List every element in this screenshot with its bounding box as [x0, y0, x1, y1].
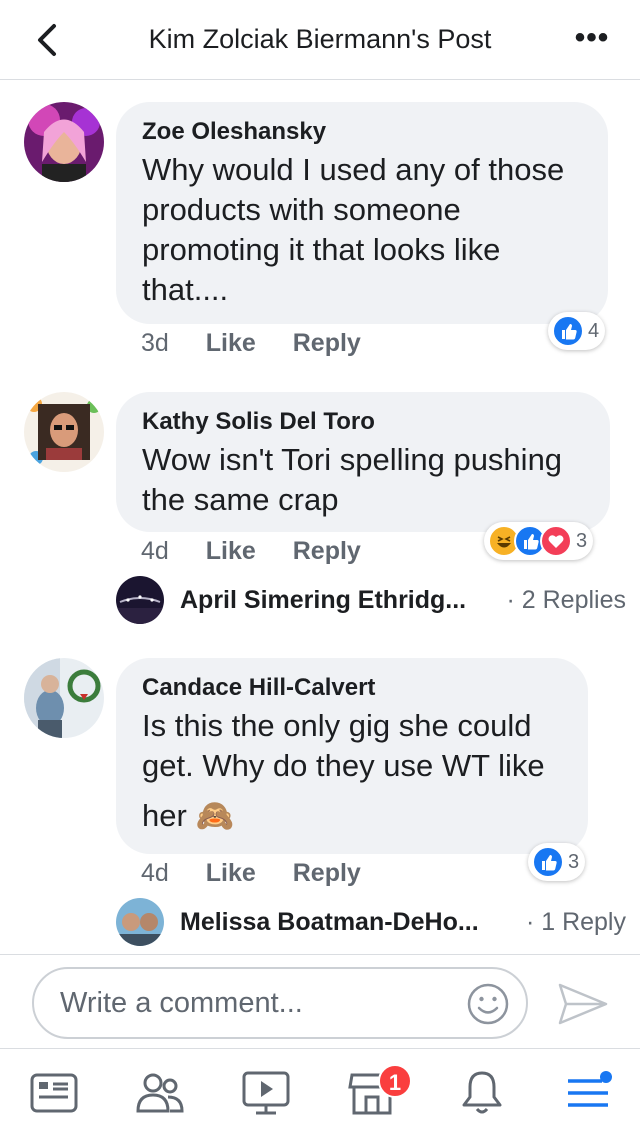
love-reaction-icon — [540, 525, 572, 557]
comment-text: Is this the only gig she could get. Why … — [142, 708, 545, 783]
reply-button[interactable]: Reply — [293, 329, 361, 357]
notifications-icon[interactable] — [456, 1067, 508, 1119]
reaction-summary[interactable]: 3 — [484, 522, 594, 560]
more-options-button[interactable]: ••• — [572, 23, 612, 56]
comment-text-line: her 🙈 — [142, 796, 562, 836]
reply-author[interactable]: Melissa Boatman-DeHo... — [180, 908, 479, 937]
reply-button[interactable]: Reply — [293, 859, 361, 887]
news-feed-icon[interactable] — [28, 1067, 80, 1119]
marketplace-notification-badge: 1 — [378, 1064, 412, 1098]
comment-actions: 3d Like Reply — [141, 329, 391, 358]
like-reaction-icon — [532, 846, 564, 878]
reply-count[interactable]: · 1 Reply — [526, 908, 626, 937]
comment-text: Why would I used any of those products w… — [142, 152, 565, 307]
see-no-evil-monkey-emoji: 🙈 — [195, 798, 235, 833]
reply-button[interactable]: Reply — [293, 537, 361, 565]
comment-composer: Write a comment... — [0, 954, 640, 1048]
like-button[interactable]: Like — [206, 537, 256, 565]
reply-preview[interactable]: Melissa Boatman-DeHo... · 1 Reply — [116, 898, 626, 948]
comment-actions: 4d Like Reply — [141, 859, 391, 888]
avatar[interactable] — [24, 658, 104, 738]
reaction-count: 3 — [576, 529, 588, 552]
avatar — [116, 576, 164, 624]
post-header: Kim Zolciak Biermann's Post ••• — [0, 0, 640, 80]
avatar[interactable] — [24, 392, 104, 472]
avatar — [116, 898, 164, 946]
comment-author[interactable]: Kathy Solis Del Toro — [142, 408, 584, 436]
comment-author[interactable]: Candace Hill-Calvert — [142, 674, 562, 702]
friends-icon[interactable] — [134, 1067, 186, 1119]
comment-bubble[interactable]: Zoe Oleshansky Why would I used any of t… — [116, 102, 608, 324]
comment-input-placeholder: Write a comment... — [60, 987, 303, 1019]
send-icon[interactable] — [556, 981, 610, 1027]
watch-icon[interactable] — [240, 1067, 292, 1119]
reply-count[interactable]: · 2 Replies — [507, 586, 627, 615]
comment-input[interactable]: Write a comment... — [32, 967, 528, 1039]
reaction-count: 4 — [588, 319, 600, 342]
reaction-summary[interactable]: 4 — [548, 312, 606, 350]
comment-time[interactable]: 3d — [141, 329, 169, 357]
comment-bubble[interactable]: Candace Hill-Calvert Is this the only gi… — [116, 658, 588, 854]
reaction-count: 3 — [568, 850, 580, 873]
smiley-icon[interactable] — [466, 982, 510, 1026]
comment-text-end: her — [142, 798, 187, 833]
comment-time[interactable]: 4d — [141, 537, 169, 565]
comment-author[interactable]: Zoe Oleshansky — [142, 118, 582, 146]
reaction-summary[interactable]: 3 — [528, 843, 586, 881]
comment-actions: 4d Like Reply — [141, 537, 391, 566]
comment-text: Wow isn't Tori spelling pushing the same… — [142, 442, 563, 517]
bottom-tab-bar — [0, 1048, 640, 1136]
like-button[interactable]: Like — [206, 329, 256, 357]
comment-bubble[interactable]: Kathy Solis Del Toro Wow isn't Tori spel… — [116, 392, 610, 532]
avatar[interactable] — [24, 102, 104, 182]
reply-author[interactable]: April Simering Ethridg... — [180, 586, 466, 615]
menu-icon[interactable] — [562, 1067, 614, 1119]
like-reaction-icon — [552, 315, 584, 347]
like-button[interactable]: Like — [206, 859, 256, 887]
reply-preview[interactable]: April Simering Ethridg... · 2 Replies — [116, 576, 626, 626]
page-title: Kim Zolciak Biermann's Post — [148, 24, 492, 54]
comment-time[interactable]: 4d — [141, 859, 169, 887]
